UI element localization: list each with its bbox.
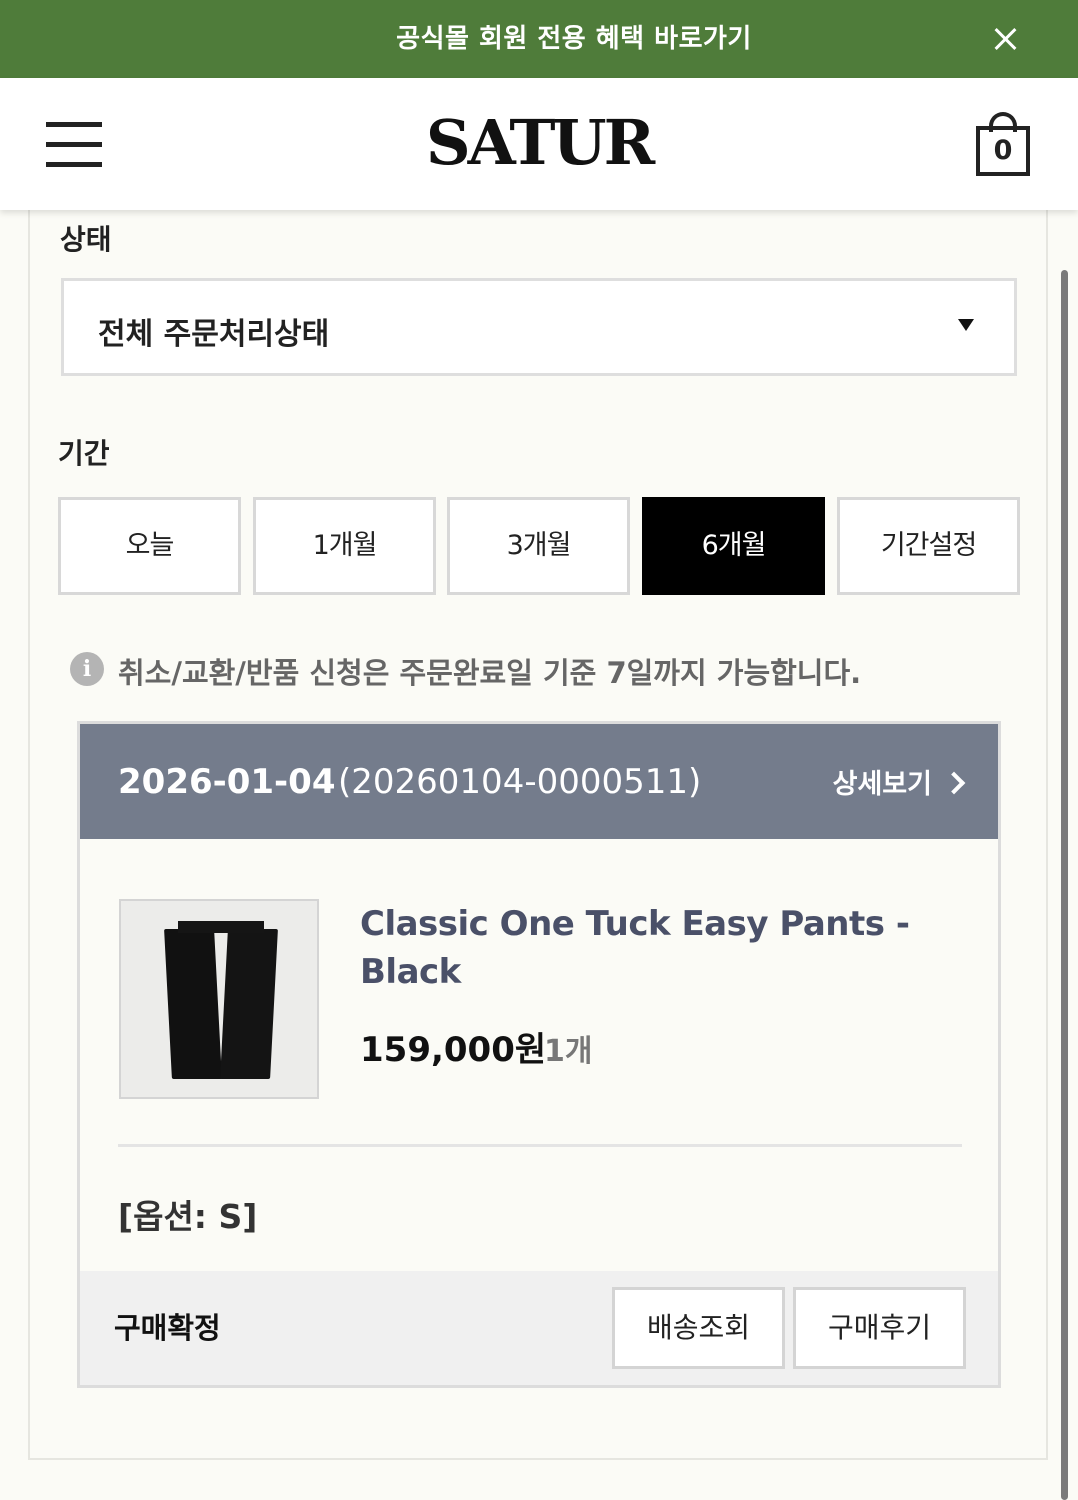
order-date: 2026-01-04	[118, 762, 336, 802]
track-delivery-button[interactable]: 배송조회	[612, 1287, 785, 1369]
scrollbar[interactable]	[1061, 270, 1068, 1500]
period-label: 기간	[58, 437, 110, 470]
write-review-button[interactable]: 구매후기	[793, 1287, 966, 1369]
cart-count: 0	[976, 126, 1030, 176]
status-select-value: 전체 주문처리상태	[98, 317, 330, 352]
period-6month-button[interactable]: 6개월	[642, 497, 825, 595]
order-detail-link[interactable]: 상세보기	[832, 762, 966, 801]
product-option: [옵션: S]	[118, 1197, 258, 1236]
caret-down-icon	[958, 319, 974, 331]
period-custom-button[interactable]: 기간설정	[837, 497, 1020, 595]
order-header: 2026-01-04 (20260104-0000511) 상세보기	[80, 724, 998, 839]
notice-text: 취소/교환/반품 신청은 주문완료일 기준 7일까지 가능합니다.	[118, 656, 862, 690]
promo-banner[interactable]: 공식몰 회원 전용 혜택 바로가기	[0, 0, 1078, 78]
product-name[interactable]: Classic One Tuck Easy Pants - Black	[360, 900, 920, 996]
site-header: SATUR 0	[0, 78, 1078, 210]
period-1month-button[interactable]: 1개월	[253, 497, 436, 595]
promo-text[interactable]: 공식몰 회원 전용 혜택 바로가기	[0, 0, 1078, 78]
status-select[interactable]: 전체 주문처리상태	[61, 278, 1017, 376]
period-3month-button[interactable]: 3개월	[447, 497, 630, 595]
status-label: 상태	[60, 223, 112, 256]
info-icon: i	[70, 652, 104, 686]
shopping-bag-icon[interactable]: 0	[976, 112, 1030, 176]
close-icon[interactable]	[988, 22, 1022, 56]
order-number: (20260104-0000511)	[338, 762, 702, 802]
divider	[118, 1144, 962, 1147]
pants-image	[164, 921, 278, 1081]
chevron-right-icon	[942, 771, 966, 794]
product-thumbnail[interactable]	[119, 899, 319, 1099]
product-price: 159,000원	[360, 1030, 547, 1070]
order-detail-label: 상세보기	[832, 769, 932, 800]
order-footer: 구매확정 배송조회 구매후기	[80, 1271, 998, 1385]
brand-logo[interactable]: SATUR	[0, 106, 1078, 179]
product-quantity: 1개	[544, 1034, 593, 1069]
period-today-button[interactable]: 오늘	[58, 497, 241, 595]
order-card: 2026-01-04 (20260104-0000511) 상세보기 Class…	[77, 721, 1001, 1388]
order-status: 구매확정	[114, 1311, 221, 1345]
